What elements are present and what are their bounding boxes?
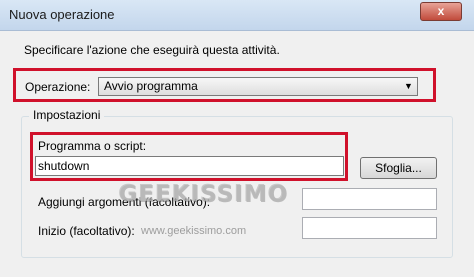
operation-label: Operazione: — [25, 80, 91, 94]
program-label: Programma o script: — [38, 139, 147, 153]
watermark-logo: GEEKISSIMO — [118, 181, 288, 207]
operation-select[interactable]: Avvio programma — [98, 77, 418, 96]
browse-button[interactable]: Sfoglia... — [360, 157, 437, 179]
chevron-down-icon[interactable]: ▼ — [404, 81, 413, 91]
arguments-input[interactable] — [302, 188, 437, 210]
window-title: Nuova operazione — [9, 7, 115, 22]
close-button[interactable]: x — [420, 2, 462, 21]
watermark-url: www.geekissimo.com — [141, 225, 247, 237]
instruction-text: Specificare l'azione che eseguirà questa… — [24, 43, 280, 57]
start-in-input[interactable] — [302, 217, 437, 239]
start-in-label: Inizio (facoltativo): — [38, 224, 135, 238]
program-input[interactable]: shutdown — [35, 156, 344, 176]
settings-group-label: Impostazioni — [29, 108, 105, 122]
